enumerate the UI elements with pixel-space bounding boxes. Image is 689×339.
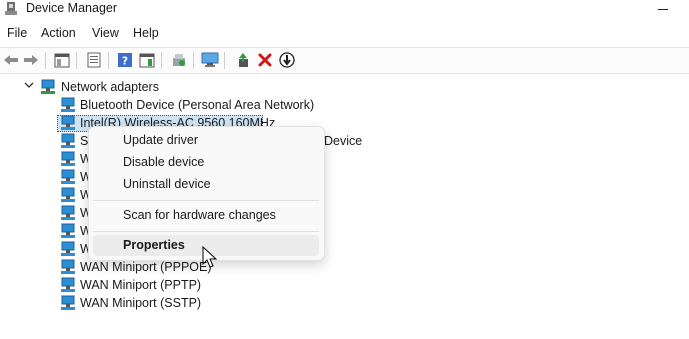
- network-adapter-icon: [61, 259, 75, 274]
- properties-icon[interactable]: [85, 51, 103, 69]
- toolbar-separator: [108, 52, 109, 69]
- chevron-down-icon[interactable]: [24, 80, 34, 90]
- list-item[interactable]: WAN Miniport (SSTP): [80, 296, 201, 310]
- menu-item-uninstall-device[interactable]: Uninstall device: [123, 177, 211, 191]
- toolbar-separator: [161, 52, 162, 69]
- uninstall-device-icon[interactable]: [256, 51, 274, 69]
- list-item[interactable]: WAN Miniport (PPTP): [80, 278, 201, 292]
- menu-help[interactable]: Help: [133, 26, 159, 40]
- network-adapter-icon: [61, 223, 75, 238]
- enable-device-icon[interactable]: [234, 51, 252, 69]
- forward-arrow-icon[interactable]: [22, 51, 40, 69]
- menu-separator: [93, 200, 319, 201]
- toolbar-separator: [193, 52, 194, 69]
- list-item[interactable]: WAN Miniport (PPPOE): [80, 260, 212, 274]
- network-adapter-icon: [61, 133, 75, 148]
- action-pane-icon[interactable]: [138, 51, 156, 69]
- toolbar: ?: [0, 47, 689, 74]
- show-hide-console-tree-icon[interactable]: [53, 51, 71, 69]
- menu-bar: File Action View Help: [0, 24, 689, 46]
- menu-separator: [93, 231, 319, 232]
- toolbar-separator: [76, 52, 77, 69]
- menu-action[interactable]: Action: [41, 26, 76, 40]
- device-manager-icon: [5, 2, 17, 15]
- network-adapter-icon: [61, 151, 75, 166]
- menu-view[interactable]: View: [92, 26, 119, 40]
- network-adapter-icon: [41, 79, 55, 94]
- network-adapter-icon: [61, 115, 75, 130]
- network-adapter-icon: [61, 241, 75, 256]
- network-adapter-icon: [61, 97, 75, 112]
- list-item[interactable]: Bluetooth Device (Personal Area Network): [80, 98, 314, 112]
- category-network-adapters[interactable]: Network adapters: [61, 80, 159, 94]
- toolbar-separator: [224, 52, 225, 69]
- minimize-button[interactable]: [654, 0, 684, 20]
- menu-item-scan-hardware[interactable]: Scan for hardware changes: [123, 208, 276, 222]
- title-bar: Device Manager: [0, 0, 689, 22]
- update-driver-icon[interactable]: [170, 51, 188, 69]
- menu-item-disable-device[interactable]: Disable device: [123, 155, 204, 169]
- context-menu: Update driver Disable device Uninstall d…: [88, 126, 325, 261]
- svg-text:?: ?: [122, 55, 128, 68]
- mouse-cursor-icon: [202, 246, 218, 268]
- network-adapter-icon: [61, 187, 75, 202]
- menu-item-properties[interactable]: Properties: [123, 238, 185, 252]
- network-adapter-icon: [61, 295, 75, 310]
- network-adapter-icon: [61, 205, 75, 220]
- window-title: Device Manager: [26, 1, 118, 15]
- disable-device-icon[interactable]: [278, 51, 296, 69]
- toolbar-separator: [45, 52, 46, 69]
- scan-hardware-icon[interactable]: [201, 51, 219, 69]
- back-arrow-icon[interactable]: [2, 51, 20, 69]
- network-adapter-icon: [61, 277, 75, 292]
- network-adapter-icon: [61, 169, 75, 184]
- help-icon[interactable]: ?: [116, 51, 134, 69]
- list-item-suffix: Device: [324, 134, 363, 148]
- menu-item-update-driver[interactable]: Update driver: [123, 133, 198, 147]
- menu-file[interactable]: File: [7, 26, 27, 40]
